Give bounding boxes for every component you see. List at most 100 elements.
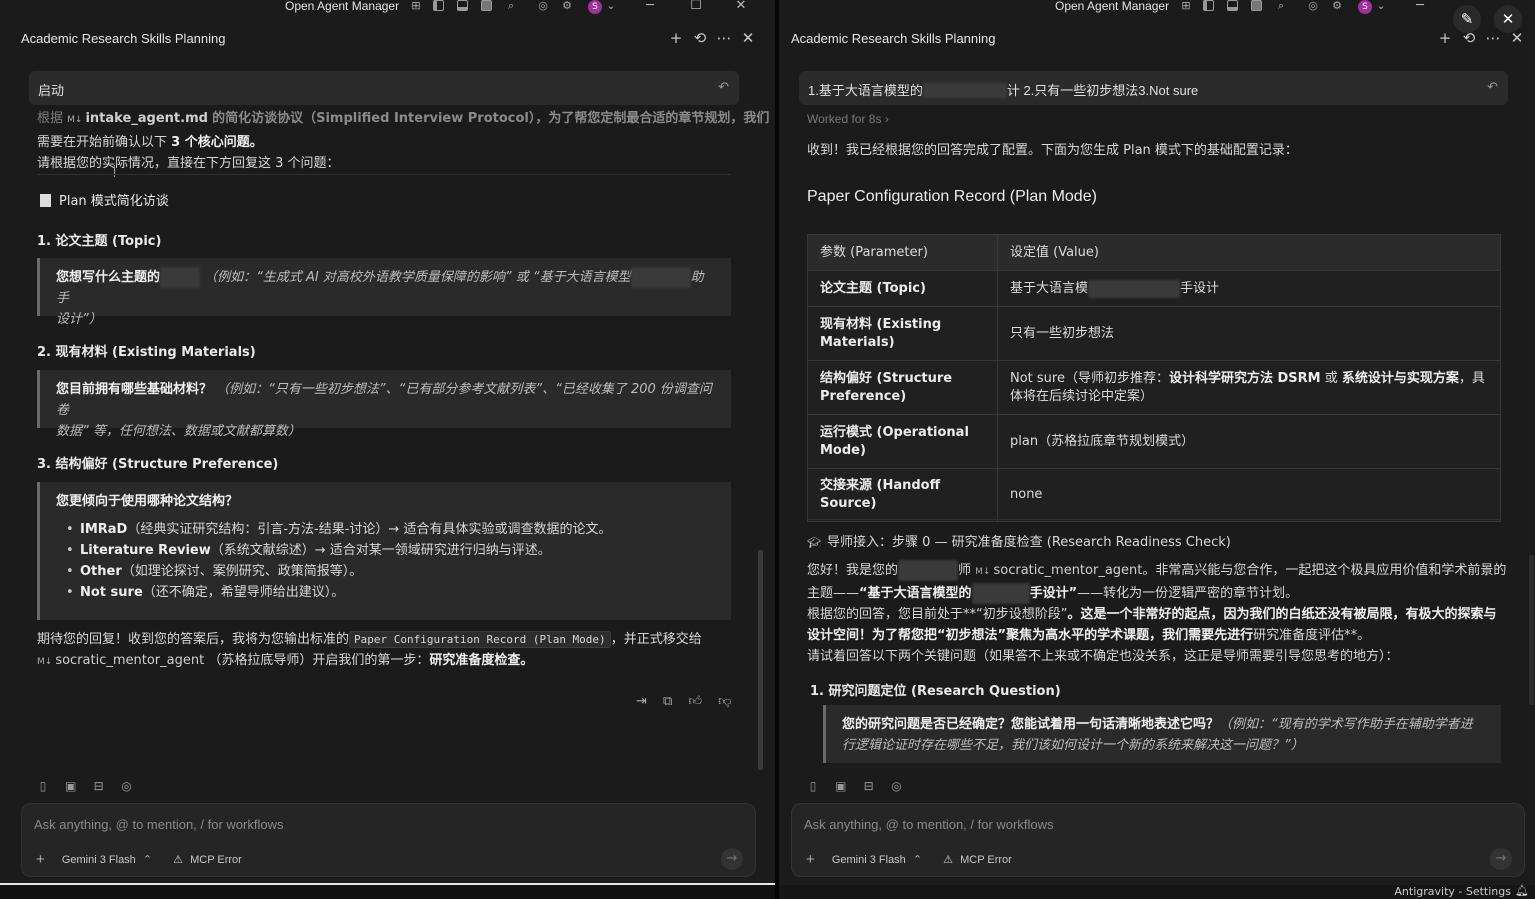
thumbs-down-icon[interactable]: 👎︎ [718, 694, 731, 709]
add-icon[interactable]: + [36, 851, 45, 868]
close-window-icon[interactable]: ✕ [733, 0, 749, 13]
undo-icon[interactable]: ↶ [718, 79, 729, 95]
avatar[interactable]: S [1358, 0, 1372, 14]
outro-text: 期待您的回复！收到您的答案后，我将为您输出标准的 Paper Configurat… [37, 631, 702, 668]
rq-quote: 您的研究问题是否已经确定？您能试着用一句话清晰地表述它吗？（例如：“现有的学术写… [823, 705, 1501, 763]
insert-icon[interactable]: ⇥ [636, 694, 647, 709]
chat-input[interactable]: Ask anything, @ to mention, / for workfl… [804, 817, 1053, 832]
model-selector[interactable]: Gemini 3 Flash [832, 854, 906, 866]
record-title: Paper Configuration Record (Plan Mode) [807, 188, 1097, 205]
config-table: 参数 (Parameter) 设定值 (Value) 论文主题 (Topic) … [807, 234, 1501, 522]
agent-icon[interactable]: ◎ [1307, 0, 1319, 12]
sidebar-right-icon[interactable] [1251, 0, 1262, 11]
sidebar-left-icon[interactable] [433, 0, 444, 11]
title-bar: Open Agent Manager ⊞ ⌕ ◎ ⚙ S ⌄ ─ ☐ ✕ [0, 0, 775, 14]
q2-quote: 您目前拥有哪些基础材料？ （例如：“只有一些初步想法”、“已有部分参考文献列表”… [37, 370, 731, 439]
search-icon[interactable]: ⌕ [505, 0, 517, 12]
q1-title: 1. 论文主题 (Topic) [37, 234, 162, 249]
search-icon[interactable]: ⌕ [1275, 0, 1287, 12]
send-button[interactable]: → [1490, 848, 1512, 870]
agent-icon[interactable]: ◎ [537, 0, 549, 12]
input-controls: + Gemini 3 Flash ⌃ ⚠ MCP Error [806, 850, 1012, 868]
left-status [0, 885, 775, 899]
chevron-up-icon[interactable]: ⌃ [143, 854, 152, 866]
q1-quote: 您想写什么主题的xx （例如：“生成式 AI 对高校外语教学质量保障的影响” 或… [37, 258, 731, 327]
section-title: Plan 模式简化访谈 [40, 190, 169, 209]
right-pane: Open Agent Manager ⊞ ⌕ ◎ ⚙ S ⌄ ─ ✎ ✕ Aca… [779, 0, 1535, 899]
q3-title: 3. 结构偏好 (Structure Preference) [37, 457, 279, 472]
undo-icon[interactable]: ↶ [1487, 79, 1498, 95]
chevron-down-icon[interactable]: ⌄ [1375, 0, 1387, 12]
agent-mini-icon[interactable]: ◎ [889, 779, 903, 793]
new-chat-icon[interactable]: + [667, 29, 685, 47]
q2-title: 2. 现有材料 (Existing Materials) [37, 345, 256, 360]
copy-icon[interactable]: ⧉ [663, 694, 672, 709]
divider [37, 174, 731, 175]
message-actions: ⇥ ⧉ 👍︎ 👎︎ [624, 694, 731, 709]
panel-bottom-icon[interactable] [1227, 0, 1238, 11]
panel-title: Academic Research Skills Planning [21, 31, 226, 46]
mentor-agent-link[interactable]: socratic_mentor_agent [55, 653, 204, 668]
document-icon [40, 194, 51, 207]
new-chat-icon[interactable]: + [1436, 29, 1454, 47]
history-icon[interactable]: ⟲ [691, 29, 709, 47]
chevron-up-icon[interactable]: ⌃ [913, 854, 922, 866]
warning-icon: ⚠ [943, 854, 954, 866]
scrollbar[interactable] [1529, 555, 1534, 705]
minimize-icon[interactable]: ─ [642, 0, 658, 13]
send-button[interactable]: → [721, 848, 743, 870]
window-title: Open Agent Manager [1055, 0, 1170, 13]
chat-input-box[interactable]: Ask anything, @ to mention, / for workfl… [21, 803, 756, 877]
chevron-down-icon[interactable]: ⌄ [605, 0, 617, 12]
file-icon[interactable]: ▯ [36, 779, 50, 793]
mcp-status[interactable]: MCP Error [960, 854, 1012, 866]
context-toolbar: ▯ ▣ ⊟ ◎ [806, 779, 913, 793]
maximize-icon[interactable]: ☐ [688, 0, 704, 13]
image-icon[interactable]: ▣ [64, 779, 78, 793]
chat-input-box[interactable]: Ask anything, @ to mention, / for workfl… [791, 803, 1525, 877]
divider [807, 519, 1501, 520]
sidebar-right-icon[interactable] [481, 0, 492, 11]
title-bar: Open Agent Manager ⊞ ⌕ ◎ ⚙ S ⌄ ─ [779, 0, 1535, 14]
graduation-cap-icon: 🎓︎ [807, 536, 821, 549]
more-icon[interactable]: ⋯ [715, 29, 733, 47]
mentor-agent-link[interactable]: socratic_mentor_agent [993, 563, 1142, 578]
add-icon[interactable]: + [806, 851, 815, 868]
gear-icon[interactable]: ⚙ [1331, 0, 1343, 12]
user-message: 启动 ↶ [29, 71, 739, 105]
avatar[interactable]: S [588, 0, 602, 14]
status-settings[interactable]: Antigravity - Settings [1394, 885, 1511, 898]
bell-icon[interactable]: 🔔︎ [1515, 884, 1529, 897]
layout-grid-icon[interactable]: ⊞ [410, 0, 422, 12]
worked-status[interactable]: Worked for 8s › [807, 109, 889, 130]
list-item: Not sure（还不确定，希望导师给出建议）。 [40, 582, 715, 603]
close-panel-icon[interactable]: ✕ [739, 29, 757, 47]
sidebar-left-icon[interactable] [1203, 0, 1214, 11]
more-icon[interactable]: ⋯ [1484, 29, 1502, 47]
scrollbar[interactable] [758, 550, 763, 770]
inbox-icon[interactable]: ⊟ [92, 779, 106, 793]
rq-title: 1. 研究问题定位 (Research Question) [810, 684, 1061, 699]
panel-header: Academic Research Skills Planning + ⟲ ⋯ … [0, 28, 775, 52]
panel-header: Academic Research Skills Planning + ⟲ ⋯ … [779, 28, 1535, 52]
history-icon[interactable]: ⟲ [1460, 29, 1478, 47]
chat-input[interactable]: Ask anything, @ to mention, / for workfl… [34, 817, 283, 832]
table-header-cell: 设定值 (Value) [997, 234, 1501, 271]
file-icon[interactable]: ▯ [806, 779, 820, 793]
intro-file-link[interactable]: intake_agent.md [85, 111, 207, 126]
table-row: 现有材料 (Existing Materials) 只有一些初步想法 [807, 306, 1501, 361]
agent-mini-icon[interactable]: ◎ [119, 779, 133, 793]
model-selector[interactable]: Gemini 3 Flash [62, 854, 136, 866]
close-panel-icon[interactable]: ✕ [1508, 29, 1526, 47]
image-icon[interactable]: ▣ [834, 779, 848, 793]
left-pane: Open Agent Manager ⊞ ⌕ ◎ ⚙ S ⌄ ─ ☐ ✕ Aca… [0, 0, 775, 899]
table-header: 参数 (Parameter) 设定值 (Value) [807, 234, 1501, 271]
mcp-status[interactable]: MCP Error [190, 854, 242, 866]
minimize-icon[interactable]: ─ [1412, 0, 1428, 13]
table-header-cell: 参数 (Parameter) [807, 234, 998, 271]
layout-grid-icon[interactable]: ⊞ [1180, 0, 1192, 12]
panel-bottom-icon[interactable] [457, 0, 468, 11]
thumbs-up-icon[interactable]: 👍︎ [688, 694, 702, 709]
gear-icon[interactable]: ⚙ [561, 0, 573, 12]
inbox-icon[interactable]: ⊟ [862, 779, 876, 793]
